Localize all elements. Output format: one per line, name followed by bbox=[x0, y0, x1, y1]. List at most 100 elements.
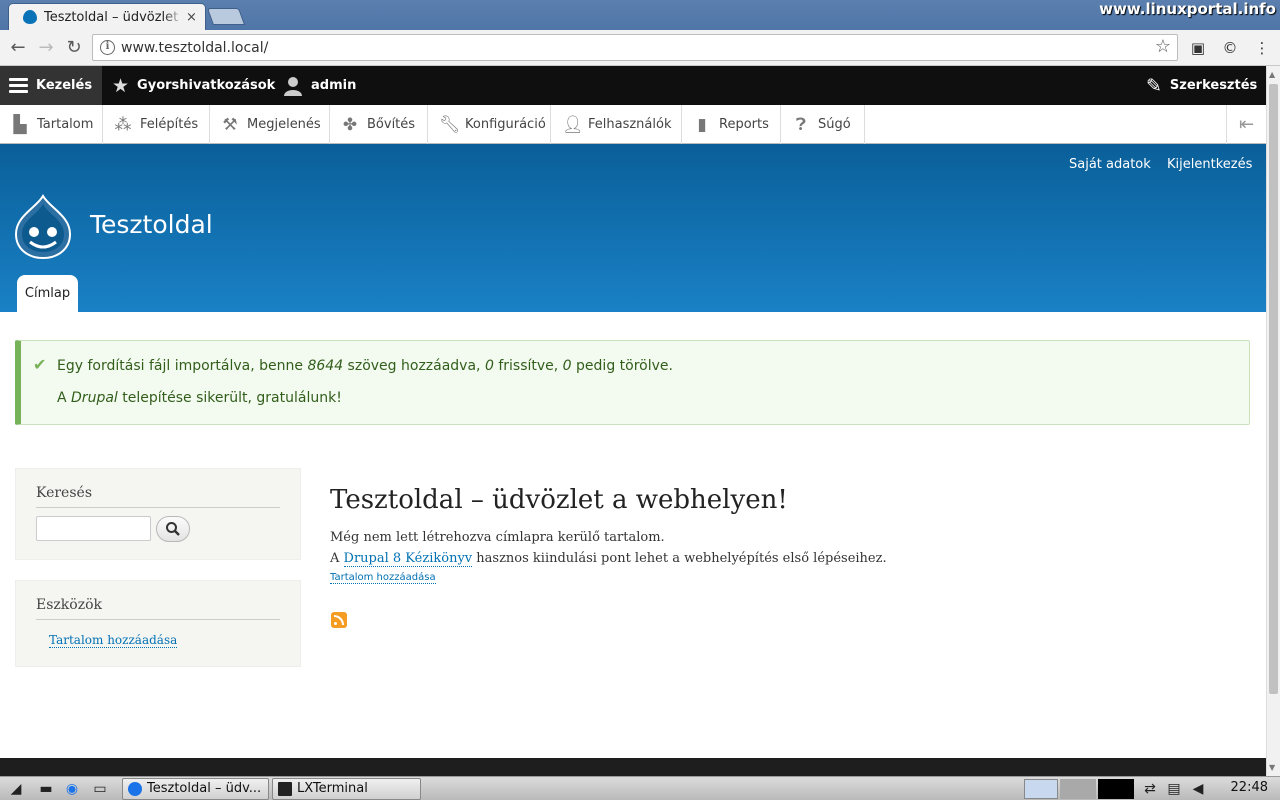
manage-button[interactable]: Kezelés bbox=[0, 66, 102, 105]
tray-item-label: Súgó bbox=[818, 117, 851, 132]
wrench-brush-icon: ⚒ bbox=[222, 114, 238, 135]
clock[interactable]: 22:48 bbox=[1231, 780, 1268, 795]
drupal-favicon-icon bbox=[23, 10, 37, 24]
user-icon bbox=[284, 76, 302, 96]
tray-blank bbox=[1060, 779, 1096, 799]
reload-icon[interactable]: ↻ bbox=[62, 36, 86, 60]
pencil-icon: ✎ bbox=[1146, 74, 1162, 97]
start-menu-icon[interactable]: ◢ bbox=[6, 780, 26, 798]
file-manager-icon[interactable]: ▬ bbox=[36, 780, 56, 798]
tray-item-label: Reports bbox=[719, 117, 769, 132]
tray-item-people[interactable]: 👤︎ Felhasználók bbox=[551, 105, 682, 144]
back-arrow-icon[interactable]: ← bbox=[6, 36, 30, 60]
shortcuts-label: Gyorshivatkozások bbox=[137, 78, 276, 93]
tray-item-structure[interactable]: ⁂ Felépítés bbox=[103, 105, 210, 144]
add-content-link[interactable]: Tartalom hozzáadása bbox=[49, 633, 178, 648]
wrench-icon: 🔧︎ bbox=[439, 114, 461, 135]
browser-tab-active[interactable]: Tesztoldal – üdvözlet a webhelyen! × bbox=[8, 3, 206, 30]
extension-icon[interactable]: ▣ bbox=[1188, 38, 1208, 58]
desktop-icon[interactable]: ▭ bbox=[90, 780, 110, 798]
tray-item-content[interactable]: ▙ Tartalom bbox=[0, 105, 103, 144]
divider bbox=[36, 619, 280, 620]
document-icon: ▙ bbox=[13, 114, 27, 135]
tray-item-configuration[interactable]: 🔧︎ Konfiguráció bbox=[428, 105, 551, 144]
tray-item-label: Bővítés bbox=[367, 117, 416, 132]
chrome-launcher-icon[interactable]: ◉ bbox=[62, 780, 82, 798]
site-name[interactable]: Tesztoldal bbox=[90, 210, 213, 239]
site-header: Saját adatok Kijelentkezés Tesztoldal Cí… bbox=[0, 144, 1266, 312]
tools-block-title: Eszközök bbox=[36, 597, 102, 613]
extension-c-icon[interactable]: © bbox=[1220, 38, 1240, 58]
help-icon: ❓︎ bbox=[795, 114, 807, 135]
volume-icon[interactable]: ◀ bbox=[1188, 780, 1208, 798]
menu-kebab-icon[interactable]: ⋮ bbox=[1252, 38, 1272, 58]
status-message-line-1: Egy fordítási fájl importálva, benne 864… bbox=[57, 358, 673, 374]
scrollbar-thumb[interactable] bbox=[1269, 84, 1278, 694]
search-button[interactable] bbox=[156, 516, 190, 542]
collapse-tray-icon[interactable]: ⇤ bbox=[1226, 105, 1266, 144]
tray-item-reports[interactable]: ▮ Reports bbox=[682, 105, 781, 144]
taskbar-window-terminal[interactable]: LXTerminal bbox=[272, 778, 421, 800]
chrome-icon bbox=[128, 782, 142, 796]
tray-item-extend[interactable]: ✤ Bővítés bbox=[330, 105, 428, 144]
star-icon: ★ bbox=[112, 74, 130, 97]
vertical-scrollbar[interactable]: ▲ ▼ bbox=[1266, 66, 1280, 776]
bar-chart-icon: ▮ bbox=[697, 114, 707, 135]
user-button[interactable]: admin bbox=[283, 66, 356, 105]
admin-toolbar: Kezelés ★ Gyorshivatkozások admin ✎ Szer… bbox=[0, 66, 1266, 105]
status-message: ✔ Egy fordítási fájl importálva, benne 8… bbox=[15, 340, 1250, 425]
forward-arrow-icon[interactable]: → bbox=[34, 36, 58, 60]
horizontal-bar bbox=[0, 758, 1266, 776]
edit-button[interactable]: ✎ Szerkesztés bbox=[1146, 66, 1257, 105]
logout-link[interactable]: Kijelentkezés bbox=[1167, 157, 1252, 172]
tray-item-label: Megjelenés bbox=[247, 117, 321, 132]
tray-item-help[interactable]: ❓︎ Súgó bbox=[781, 105, 865, 144]
address-url: www.tesztoldal.local/ bbox=[121, 40, 269, 56]
add-content-link-main[interactable]: Tartalom hozzáadása bbox=[330, 572, 436, 584]
address-bar[interactable]: i www.tesztoldal.local/ ☆ bbox=[92, 34, 1178, 61]
new-tab-button[interactable] bbox=[206, 8, 246, 25]
search-input[interactable] bbox=[36, 516, 151, 541]
edit-label: Szerkesztés bbox=[1169, 78, 1258, 93]
tab-home[interactable]: Címlap bbox=[17, 275, 78, 312]
handbook-link[interactable]: Drupal 8 Kézikönyv bbox=[343, 551, 473, 567]
search-block: Keresés bbox=[15, 468, 301, 560]
structure-icon: ⁂ bbox=[114, 114, 132, 135]
tab-close-icon[interactable]: × bbox=[186, 10, 197, 25]
scroll-up-icon[interactable]: ▲ bbox=[1269, 70, 1275, 79]
shortcuts-button[interactable]: ★ Gyorshivatkozások bbox=[112, 66, 275, 105]
network-icon[interactable]: ⇄ bbox=[1140, 780, 1160, 798]
divider bbox=[36, 507, 280, 508]
tray-item-label: Felépítés bbox=[140, 117, 199, 132]
browser-tabstrip: Tesztoldal – üdvözlet a webhelyen! × www… bbox=[0, 0, 1280, 30]
tray-monitor bbox=[1098, 779, 1134, 799]
hamburger-icon bbox=[9, 78, 28, 93]
tray-item-label: Tartalom bbox=[37, 117, 94, 132]
taskbar-window-label: LXTerminal bbox=[297, 781, 368, 796]
tray-item-label: Konfiguráció bbox=[465, 117, 546, 132]
bookmark-star-icon[interactable]: ☆ bbox=[1155, 36, 1171, 57]
my-account-link[interactable]: Saját adatok bbox=[1069, 157, 1151, 172]
os-taskbar: ◢ ▬ ◉ ▭ Tesztoldal – üdv... LXTerminal ⇄… bbox=[0, 776, 1280, 800]
user-label: admin bbox=[311, 78, 357, 93]
watermark: www.linuxportal.info bbox=[1099, 0, 1276, 18]
checkmark-icon: ✔ bbox=[33, 355, 47, 374]
manage-label: Kezelés bbox=[36, 78, 93, 93]
tray-chrome-icon[interactable] bbox=[1024, 779, 1058, 799]
no-content-text: Még nem lett létrehozva címlapra kerülő … bbox=[330, 530, 665, 545]
browser-tab-title: Tesztoldal – üdvözlet a webhelyen! bbox=[44, 9, 184, 25]
tray-item-label: Felhasználók bbox=[588, 117, 672, 132]
browser-toolbar: ← → ↻ i www.tesztoldal.local/ ☆ ▣ © ⋮ bbox=[0, 30, 1280, 66]
info-icon[interactable]: i bbox=[100, 40, 115, 55]
scroll-down-icon[interactable]: ▼ bbox=[1269, 763, 1275, 772]
clipboard-icon[interactable]: ▤ bbox=[1164, 780, 1184, 798]
admin-tray: ▙ Tartalom ⁂ Felépítés ⚒ Megjelenés ✤ Bő… bbox=[0, 105, 1266, 144]
rss-feed-icon[interactable] bbox=[331, 612, 347, 628]
terminal-icon bbox=[278, 782, 292, 796]
tray-item-appearance[interactable]: ⚒ Megjelenés bbox=[210, 105, 330, 144]
taskbar-window-browser[interactable]: Tesztoldal – üdv... bbox=[122, 778, 269, 800]
search-icon bbox=[166, 522, 180, 536]
handbook-paragraph: A Drupal 8 Kézikönyv hasznos kiindulási … bbox=[330, 551, 887, 567]
tools-block: Eszközök Tartalom hozzáadása bbox=[15, 580, 301, 667]
drupal-logo-icon[interactable] bbox=[14, 194, 72, 260]
